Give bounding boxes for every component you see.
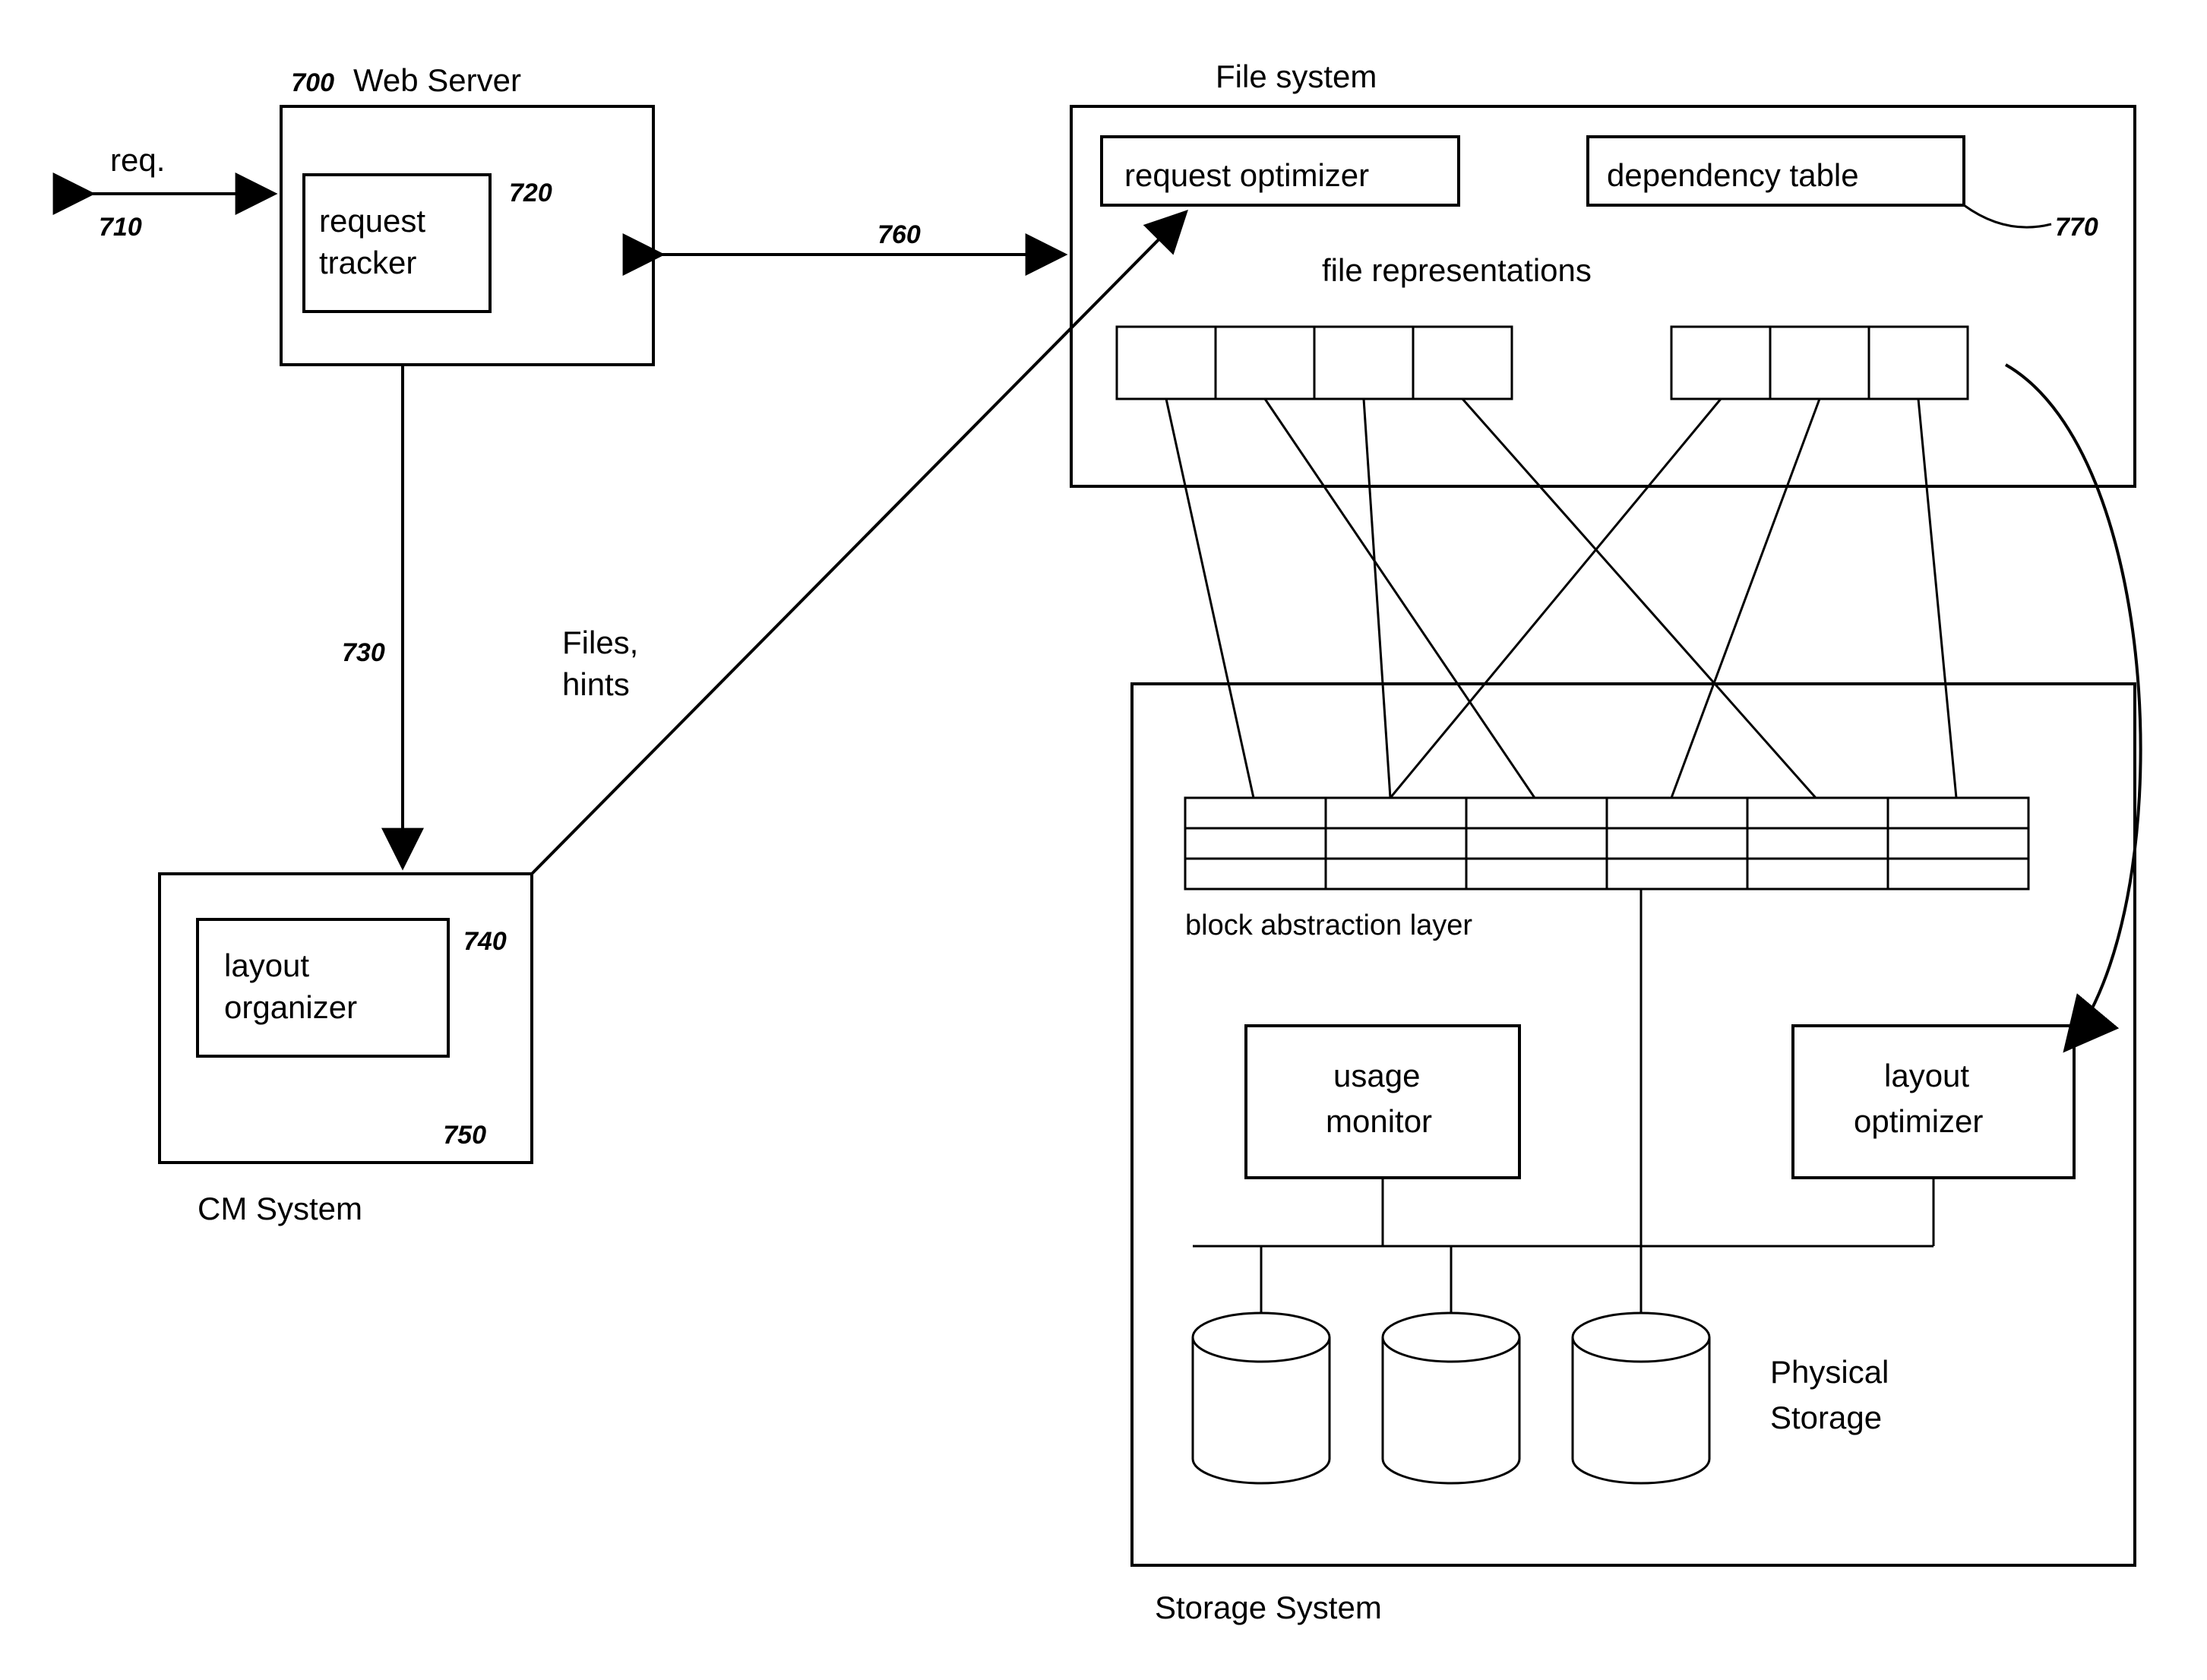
file-rep-group-1 [1117,327,1512,399]
web-server-title: Web Server [353,62,521,98]
file-representations-label: file representations [1322,252,1592,288]
ref-770-leader [1964,205,2051,227]
ref-740: 740 [463,927,507,956]
block-abstraction-label: block abstraction layer [1185,910,1472,941]
layout-organizer-label-2: organizer [224,989,357,1025]
cm-system-title: CM System [198,1191,362,1226]
ref-710: 710 [99,213,142,242]
req-label: req. [110,142,165,178]
request-tracker-label-1: request [319,203,425,239]
file-system-title: File system [1216,59,1377,94]
ref-720: 720 [509,179,552,207]
request-tracker-label-2: tracker [319,245,416,280]
layout-optimizer-1: layout [1884,1058,1969,1093]
physical-storage-1: Physical [1770,1354,1889,1390]
usage-monitor-1: usage [1333,1058,1420,1093]
ref-700: 700 [291,68,334,97]
cm-to-fs-arrow [532,213,1185,874]
layout-optimizer-2: optimizer [1854,1103,1983,1139]
curve-to-layout-opt [2006,365,2141,1049]
block-abstraction-grid [1185,798,2028,889]
architecture-diagram: 700 Web Server request tracker 720 req. … [0,0,2207,1680]
storage-system-box [1132,684,2135,1565]
layout-optimizer-box [1793,1026,2074,1178]
files-hints-1: Files, [562,625,638,660]
file-rep-group-2 [1671,327,1968,399]
ref-730: 730 [342,638,385,667]
usage-monitor-box [1246,1026,1519,1178]
usage-monitor-2: monitor [1326,1103,1432,1139]
physical-storage-2: Storage [1770,1400,1882,1435]
ref-770: 770 [2055,213,2098,242]
files-hints-2: hints [562,666,630,702]
layout-organizer-label-1: layout [224,948,309,983]
layout-organizer-box [198,919,448,1056]
ref-760: 760 [877,220,921,249]
request-tracker-box [304,175,490,312]
request-optimizer-label: request optimizer [1124,157,1369,193]
storage-system-title: Storage System [1155,1590,1382,1625]
ref-750: 750 [443,1121,486,1150]
rep-to-block-lines [1166,399,1956,798]
storage-cylinders [1193,1313,1709,1483]
dependency-table-label: dependency table [1607,157,1859,193]
